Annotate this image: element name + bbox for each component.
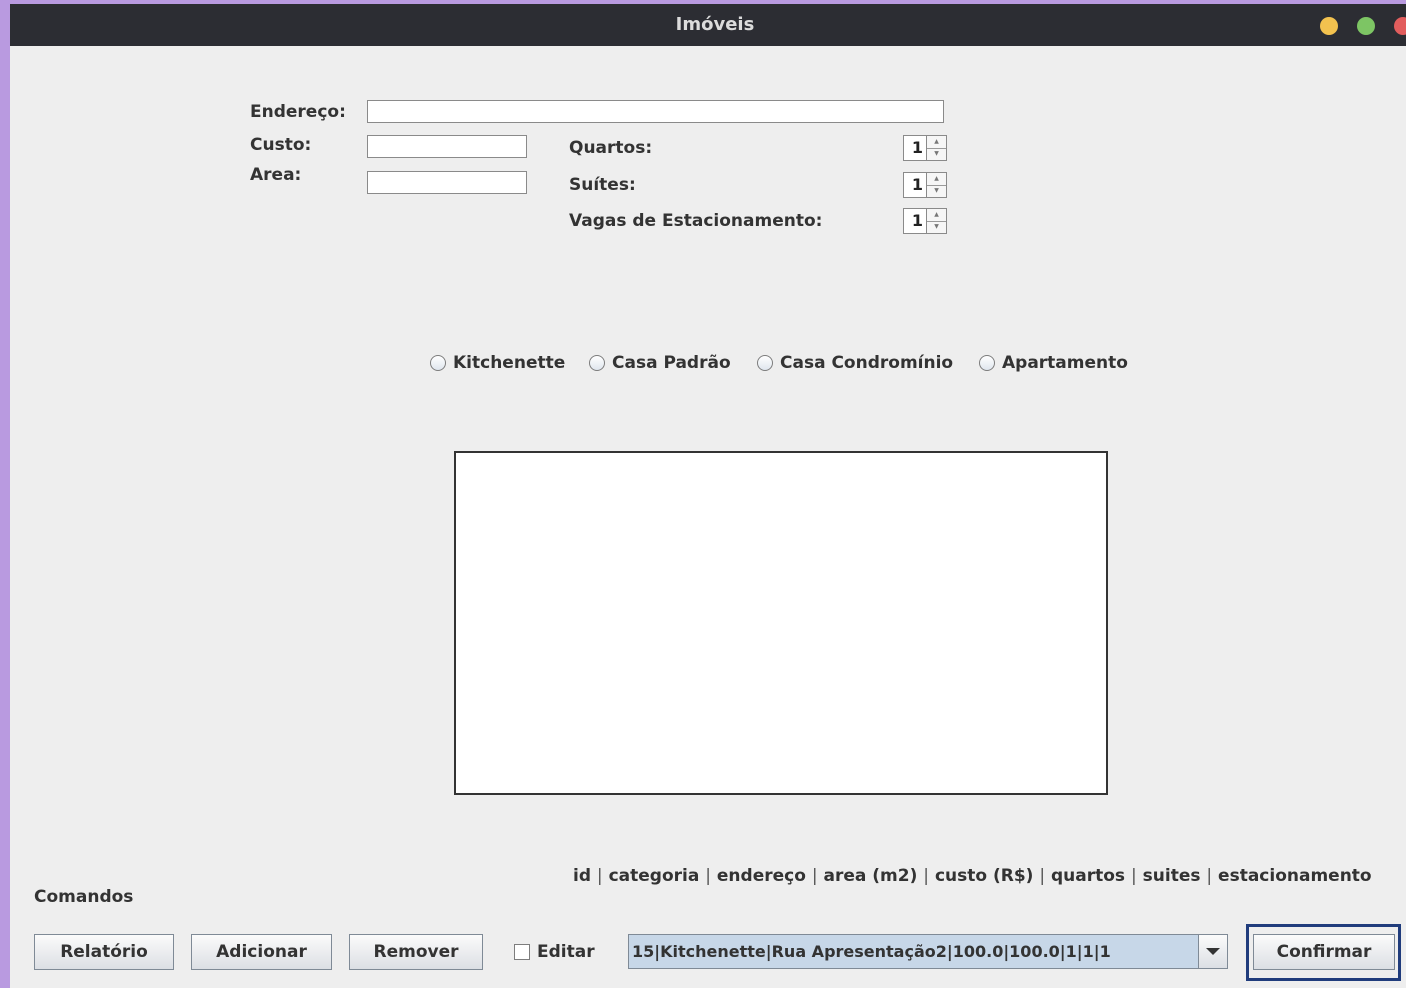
radio-circle-icon[interactable] <box>757 355 773 371</box>
spinner-down-icon[interactable]: ▼ <box>927 221 946 233</box>
radio-label: Apartamento <box>1002 353 1128 373</box>
adicionar-button[interactable]: Adicionar <box>191 934 332 970</box>
custo-label: Custo: <box>250 135 312 155</box>
radio-circle-icon[interactable] <box>979 355 995 371</box>
radio-circle-icon[interactable] <box>589 355 605 371</box>
area-label: Area: <box>250 165 302 185</box>
radio-casa-condominio[interactable]: Casa Condromínio <box>757 353 953 373</box>
spinner-down-icon[interactable]: ▼ <box>927 185 946 197</box>
radio-label: Casa Padrão <box>612 353 731 373</box>
col-separator: | <box>1130 866 1137 886</box>
suites-spinner[interactable]: 1 ▲ ▼ <box>903 172 949 200</box>
col-separator: | <box>923 866 930 886</box>
close-dot[interactable] <box>1394 17 1406 35</box>
radio-kitchenette[interactable]: Kitchenette <box>430 353 565 373</box>
editar-checkbox[interactable]: Editar <box>514 942 595 962</box>
vagas-label: Vagas de Estacionamento: <box>569 211 823 231</box>
col-id: id <box>573 866 591 886</box>
imovel-select-value: 15|Kitchenette|Rua Apresentação2|100.0|1… <box>632 942 1111 961</box>
imovel-select[interactable]: 15|Kitchenette|Rua Apresentação2|100.0|1… <box>628 934 1228 969</box>
radio-casa-padrao[interactable]: Casa Padrão <box>589 353 731 373</box>
minimize-dot[interactable] <box>1320 17 1338 35</box>
col-suites: suites <box>1142 866 1201 886</box>
dropdown-arrow[interactable] <box>1198 935 1227 968</box>
endereco-label: Endereço: <box>250 102 346 122</box>
endereco-field[interactable] <box>367 100 944 123</box>
results-list[interactable] <box>454 451 1108 795</box>
quartos-label: Quartos: <box>569 138 653 158</box>
col-endereco: endereço <box>716 866 806 886</box>
radio-circle-icon[interactable] <box>430 355 446 371</box>
radio-label: Kitchenette <box>453 353 566 373</box>
suites-spinner-arrows: ▲ ▼ <box>926 172 947 198</box>
relatorio-button[interactable]: Relatório <box>34 934 174 970</box>
col-separator: | <box>1039 866 1046 886</box>
spinner-down-icon[interactable]: ▼ <box>927 148 946 160</box>
custo-field[interactable] <box>367 135 527 158</box>
col-separator: | <box>705 866 711 886</box>
col-custo: custo (R$) <box>934 866 1034 886</box>
col-categoria: categoria <box>608 866 700 886</box>
col-separator: | <box>811 866 818 886</box>
radio-apartamento[interactable]: Apartamento <box>979 353 1128 373</box>
suites-label: Suítes: <box>569 175 636 195</box>
radio-label: Casa Condromínio <box>780 353 954 373</box>
editar-label: Editar <box>537 942 595 962</box>
suites-value[interactable]: 1 <box>903 172 927 198</box>
col-area: area (m2) <box>823 866 918 886</box>
checkbox-icon[interactable] <box>514 944 530 960</box>
col-estacionamento: estacionamento <box>1218 866 1372 886</box>
main-window: Imóveis Endereço: Custo: Area: Quartos: … <box>10 4 1406 988</box>
commands-title: Comandos <box>34 887 134 907</box>
chevron-down-icon <box>1206 948 1220 955</box>
quartos-spinner-arrows: ▲ ▼ <box>926 135 947 161</box>
window-title: Imóveis <box>675 14 755 35</box>
col-separator: | <box>1206 866 1213 886</box>
quartos-value[interactable]: 1 <box>903 135 927 161</box>
remover-button[interactable]: Remover <box>349 934 483 970</box>
quartos-spinner[interactable]: 1 ▲ ▼ <box>903 135 949 163</box>
maximize-dot[interactable] <box>1357 17 1375 35</box>
column-header: id | categoria | endereço | area (m2) | … <box>573 866 1372 886</box>
vagas-spinner[interactable]: 1 ▲ ▼ <box>903 208 949 236</box>
confirmar-button[interactable]: Confirmar <box>1253 934 1395 970</box>
title-bar: Imóveis <box>10 4 1406 46</box>
area-field[interactable] <box>367 171 527 194</box>
col-quartos: quartos <box>1051 866 1126 886</box>
col-separator: | <box>596 866 603 886</box>
vagas-spinner-arrows: ▲ ▼ <box>926 208 947 234</box>
vagas-value[interactable]: 1 <box>903 208 927 234</box>
